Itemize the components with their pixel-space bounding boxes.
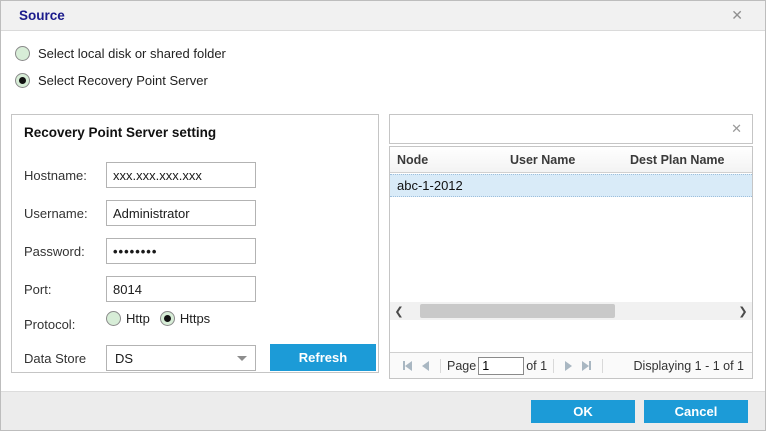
password-label: Password: bbox=[24, 244, 94, 259]
rps-settings-panel: Recovery Point Server setting Hostname: … bbox=[11, 114, 379, 373]
pager-separator bbox=[440, 359, 441, 373]
username-label: Username: bbox=[24, 206, 94, 221]
protocol-label: Protocol: bbox=[24, 317, 94, 332]
pager-separator bbox=[602, 359, 603, 373]
cancel-button[interactable]: Cancel bbox=[644, 400, 748, 423]
protocol-https-radio-icon[interactable] bbox=[160, 311, 175, 326]
cell-node: abc-1-2012 bbox=[390, 178, 503, 193]
port-input[interactable] bbox=[106, 276, 256, 302]
rps-panel-title: Recovery Point Server setting bbox=[24, 125, 216, 140]
scrollbar-thumb[interactable] bbox=[420, 304, 615, 318]
scroll-right-icon[interactable]: ❯ bbox=[734, 305, 752, 318]
node-grid-panel: ✕ Node User Name Dest Plan Name abc-1-20… bbox=[389, 114, 753, 379]
previous-page-icon[interactable] bbox=[422, 361, 429, 371]
radio-recovery-point-server[interactable]: Select Recovery Point Server bbox=[15, 73, 208, 88]
page-number-input[interactable] bbox=[478, 357, 524, 375]
last-page-icon[interactable] bbox=[582, 361, 591, 371]
datastore-select[interactable]: DS bbox=[106, 345, 256, 371]
datastore-selected-value: DS bbox=[115, 351, 237, 366]
hostname-label: Hostname: bbox=[24, 168, 94, 183]
username-input[interactable] bbox=[106, 200, 256, 226]
password-input[interactable] bbox=[106, 238, 256, 264]
page-of-label: of 1 bbox=[526, 359, 547, 373]
dialog-footer: OK Cancel bbox=[1, 391, 765, 430]
protocol-http-radio-icon[interactable] bbox=[106, 311, 121, 326]
protocol-row: Protocol: Http Https bbox=[24, 311, 368, 337]
column-header-node[interactable]: Node bbox=[390, 153, 503, 167]
ok-button[interactable]: OK bbox=[531, 400, 635, 423]
protocol-https-label: Https bbox=[180, 311, 210, 326]
scroll-left-icon[interactable]: ❮ bbox=[390, 305, 408, 318]
pagination-bar: Page of 1 Displaying 1 - 1 of 1 bbox=[390, 352, 752, 378]
column-header-dest-plan-name[interactable]: Dest Plan Name bbox=[623, 153, 748, 167]
radio-recovery-point-server-icon[interactable] bbox=[15, 73, 30, 88]
column-header-user-name[interactable]: User Name bbox=[503, 153, 623, 167]
next-page-icon[interactable] bbox=[565, 361, 572, 371]
refresh-button[interactable]: Refresh bbox=[270, 344, 376, 371]
dialog-title: Source bbox=[19, 8, 65, 23]
port-label: Port: bbox=[24, 282, 94, 297]
radio-local-disk-icon[interactable] bbox=[15, 46, 30, 61]
protocol-https-radio[interactable]: Https bbox=[160, 311, 210, 326]
username-row: Username: bbox=[24, 200, 368, 226]
source-dialog: Source ✕ Select local disk or shared fol… bbox=[0, 0, 766, 431]
chevron-down-icon bbox=[237, 356, 247, 361]
protocol-http-label: Http bbox=[126, 311, 150, 326]
scrollbar-track[interactable] bbox=[408, 302, 734, 320]
datastore-label: Data Store bbox=[24, 351, 94, 366]
password-row: Password: bbox=[24, 238, 368, 264]
pager-separator bbox=[553, 359, 554, 373]
port-row: Port: bbox=[24, 276, 368, 302]
displaying-status: Displaying 1 - 1 of 1 bbox=[634, 359, 744, 373]
grid-toolbar: ✕ bbox=[389, 114, 753, 144]
node-grid: Node User Name Dest Plan Name abc-1-2012… bbox=[389, 146, 753, 379]
grid-header: Node User Name Dest Plan Name bbox=[390, 147, 752, 173]
horizontal-scrollbar[interactable]: ❮ ❯ bbox=[390, 302, 752, 320]
radio-local-disk[interactable]: Select local disk or shared folder bbox=[15, 46, 226, 61]
hostname-row: Hostname: bbox=[24, 162, 368, 188]
protocol-http-radio[interactable]: Http bbox=[106, 311, 150, 326]
radio-local-disk-label: Select local disk or shared folder bbox=[38, 46, 226, 61]
radio-recovery-point-server-label: Select Recovery Point Server bbox=[38, 73, 208, 88]
dialog-titlebar: Source ✕ bbox=[1, 1, 765, 31]
grid-close-icon[interactable]: ✕ bbox=[731, 122, 742, 136]
close-icon[interactable]: ✕ bbox=[731, 8, 743, 22]
datastore-row: Data Store DS Refresh bbox=[24, 345, 368, 371]
page-label: Page bbox=[447, 359, 476, 373]
hostname-input[interactable] bbox=[106, 162, 256, 188]
table-row[interactable]: abc-1-2012 bbox=[390, 174, 752, 197]
first-page-icon[interactable] bbox=[403, 361, 412, 371]
